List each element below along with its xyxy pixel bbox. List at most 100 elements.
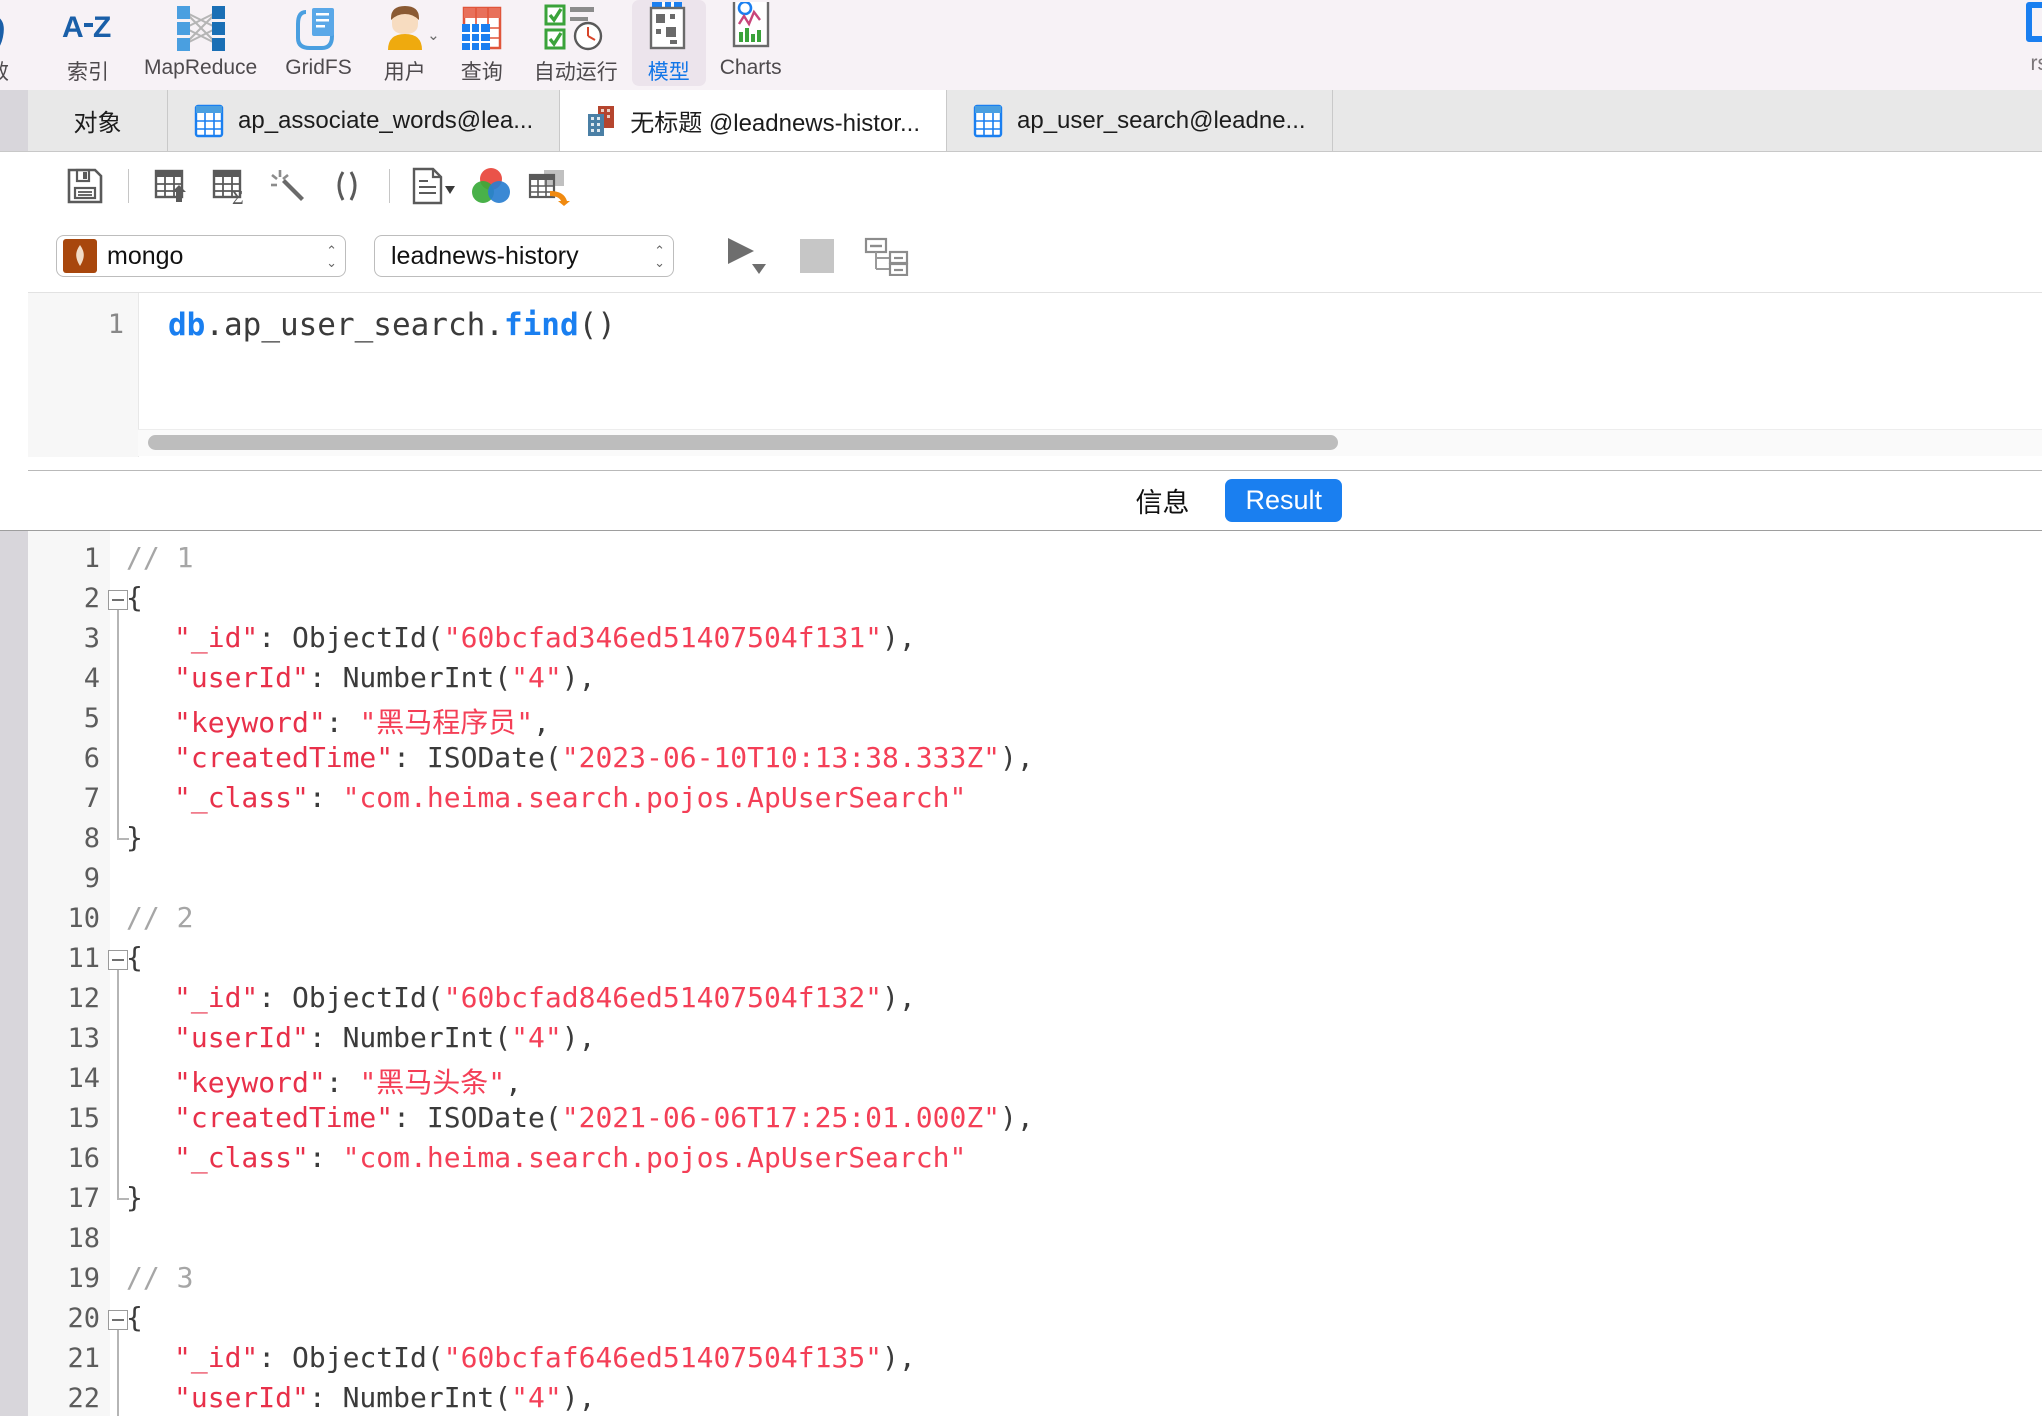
result-token: { [126,1301,143,1334]
result-token: "com.heima.search.pojos.ApUserSearch" [342,781,967,814]
result-token: : [308,781,343,814]
fold-guide-line [117,739,119,779]
ribbon-item-gridfs[interactable]: GridFS [271,0,366,86]
save-button[interactable] [56,160,114,212]
explain-plan-button[interactable] [864,236,910,277]
result-line-number: 7 [83,783,100,814]
result-token: ), [561,661,596,694]
editor-code-line[interactable]: db.ap_user_search.find() [168,307,616,343]
result-token: "createdTime" [174,741,394,774]
run-button[interactable] [724,234,770,278]
result-json-lines: 1// 1 2{3 "_id": ObjectId("60bcfad346ed514… [0,539,2042,1416]
result-line: 13 "userId": NumberInt("4"), [0,1019,2042,1059]
result-line-text: "userId": NumberInt("4"), [174,661,595,694]
ribbon-item-partial-left[interactable]: x) 效 [0,0,46,86]
database-select[interactable]: leadnews-history ⌃ ⌄ [374,235,674,277]
result-token: "2021-06-06T17:25:01.000Z" [561,1101,1001,1134]
ribbon-item-partial-right[interactable]: rs [1982,0,2042,86]
fold-toggle-icon[interactable] [108,1310,128,1330]
document-tab-bar: 对象 ap_associate_words@lea... 无标题 @leadne… [0,90,2042,152]
result-token: "2023-06-10T10:13:38.333Z" [561,741,1001,774]
tab-objects[interactable]: 对象 [28,90,168,151]
stepper-arrows-icon[interactable]: ⌃ ⌄ [654,244,665,269]
connection-select[interactable]: mongo ⌃ ⌄ [56,235,346,277]
result-line-text: // 1 [126,541,193,574]
tab-result[interactable]: Result [1225,479,1342,522]
tab-ap-associate-words[interactable]: ap_associate_words@lea... [168,90,561,151]
result-token: "4" [511,1381,562,1414]
result-token: // 1 [126,541,194,574]
result-line-text: "createdTime": ISODate("2021-06-06T17:25… [174,1101,1034,1134]
result-line-text: "keyword": "黑马头条", [174,1061,522,1101]
result-line: 2{ [0,579,2042,619]
stepper-arrows-icon[interactable]: ⌃ ⌄ [326,244,337,269]
result-output-pane[interactable]: 1// 1 2{3 "_id": ObjectId("60bcfad346ed514… [0,530,2042,1416]
code-brackets-button[interactable] [317,160,375,212]
result-line-number: 5 [83,703,100,734]
tab-label: ap_associate_words@lea... [238,106,534,134]
tabbar-left-gutter [0,90,28,151]
ribbon-item-model[interactable]: 模型 [631,0,706,86]
users-icon [380,2,430,54]
result-line: 1 // 1 [0,539,2042,579]
result-line: 17} [0,1179,2042,1219]
result-token: ), [882,621,916,654]
ribbon-item-label: 模型 [647,61,690,84]
export-table-button[interactable] [143,160,201,212]
fold-guide-line [117,1379,119,1416]
tab-info[interactable]: 信息 [1125,477,1199,524]
aggregate-button[interactable]: Σ [201,160,259,212]
stop-button[interactable] [800,239,834,273]
ribbon-item-query[interactable]: 查询 [444,0,520,86]
ribbon-item-label: MapReduce [144,56,258,79]
result-line-text: "userId": NumberInt("4"), [174,1381,595,1414]
result-line-text: { [126,1301,143,1334]
ribbon-item-autorun[interactable]: 自动运行 [520,0,632,86]
result-line-number: 15 [67,1103,100,1134]
result-line: 14 "keyword": "黑马头条", [0,1059,2042,1099]
fold-toggle-icon[interactable] [108,590,128,610]
result-token: : ISODate( [393,741,562,774]
result-token: ), [882,981,916,1014]
connection-bar: mongo ⌃ ⌄ leadnews-history ⌃ ⌄ [28,220,2042,292]
fold-guide-line [117,979,119,1019]
tab-label: 对象 [73,110,122,137]
color-scheme-button[interactable] [462,160,520,212]
table-export-button[interactable] [520,160,578,212]
tab-untitled-query[interactable]: 无标题 @leadnews-histor... [560,90,947,151]
result-line-text: { [126,581,143,614]
result-line-text: "createdTime": ISODate("2023-06-10T10:13… [174,741,1034,774]
query-editor[interactable]: 1 db.ap_user_search.find() [28,292,2042,457]
result-line-text: "keyword": "黑马程序员", [174,701,550,741]
editor-horizontal-scrollbar[interactable] [138,429,2042,456]
result-token: // 2 [126,901,194,934]
fold-toggle-icon[interactable] [108,950,128,970]
ribbon-item-mapreduce[interactable]: MapReduce [130,0,271,86]
result-token: } [126,821,143,854]
beautify-button[interactable] [259,160,317,212]
result-token: ), [1000,1101,1034,1134]
chevron-down-icon[interactable]: ⌄ [427,26,440,44]
code-parens: () [578,307,616,343]
toolbar-separator [389,169,390,203]
tab-ap-user-search[interactable]: ap_user_search@leadne... [947,90,1333,151]
result-line-number: 4 [83,663,100,694]
result-line: 19 // 3 [0,1259,2042,1299]
result-token: : [325,706,360,739]
scrollbar-thumb[interactable] [148,435,1338,450]
result-line-number: 2 [83,583,100,614]
function-x-icon: x) [0,6,7,57]
result-line-number: 20 [67,1303,100,1334]
svg-text:A: A [62,11,84,44]
ribbon-item-users[interactable]: ⌄ 用户 [366,0,444,86]
ribbon-item-label: rs [2030,52,2042,75]
result-line: 8} [0,819,2042,859]
result-line-number: 10 [67,903,100,934]
ribbon-item-charts[interactable]: Charts [706,0,796,86]
result-token: // 3 [126,1261,194,1294]
ribbon-item-index[interactable]: AZ 索引 [46,0,130,86]
ribbon-item-label: 索引 [67,61,109,84]
document-view-button[interactable] [404,160,462,212]
result-line-text: { [126,941,143,974]
result-token: { [126,941,143,974]
